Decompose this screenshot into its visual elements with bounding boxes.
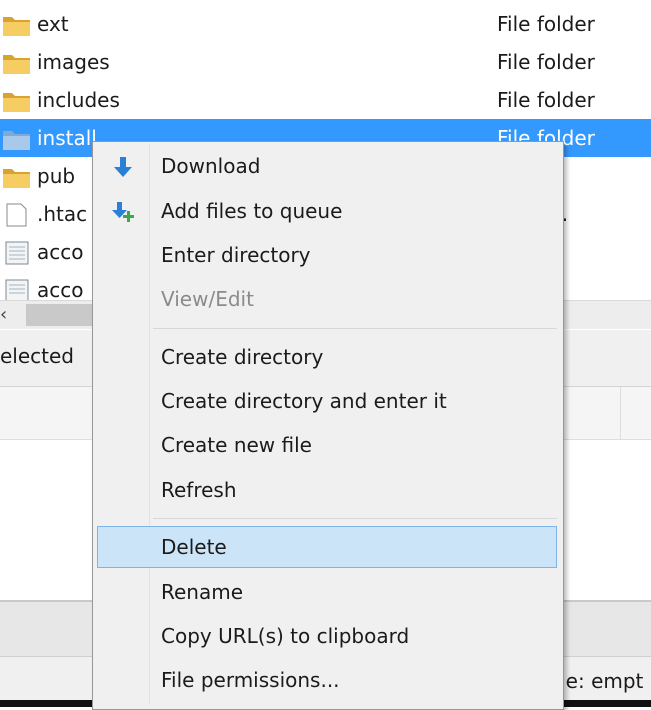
- column-divider: [620, 387, 621, 439]
- menu-item-delete[interactable]: Delete: [97, 526, 557, 568]
- menu-item-label: Create directory: [161, 345, 324, 369]
- menu-item-label: Copy URL(s) to clipboard: [161, 624, 410, 648]
- file-name: install: [37, 126, 97, 150]
- file-icon: [2, 203, 32, 227]
- menu-item-add-files-to-queue[interactable]: Add files to queue: [97, 190, 557, 232]
- menu-separator: [153, 328, 557, 329]
- menu-item-label: Add files to queue: [161, 199, 343, 223]
- menu-item-refresh[interactable]: Refresh: [97, 469, 557, 511]
- menu-item-label: Rename: [161, 580, 244, 604]
- menu-item-download[interactable]: Download: [97, 145, 557, 187]
- text-file-icon: [2, 279, 32, 300]
- queue-status-text: ue: empt: [553, 669, 644, 693]
- file-name: acco: [37, 278, 84, 300]
- file-row-images[interactable]: images File folder: [0, 43, 651, 81]
- menu-item-label: Enter directory: [161, 243, 311, 267]
- file-row-ext[interactable]: ext File folder: [0, 5, 651, 43]
- context-menu: Download Add files to queue Enter direct…: [92, 141, 564, 710]
- menu-item-label: Download: [161, 154, 261, 178]
- menu-item-file-permissions[interactable]: File permissions...: [97, 659, 557, 701]
- folder-icon: [2, 89, 32, 113]
- file-name: ext: [37, 12, 69, 36]
- folder-icon: [2, 165, 32, 189]
- menu-item-create-new-file[interactable]: Create new file: [97, 424, 557, 466]
- menu-item-copy-url[interactable]: Copy URL(s) to clipboard: [97, 615, 557, 657]
- file-name: acco: [37, 240, 84, 264]
- download-arrow-icon: [111, 155, 135, 179]
- file-type: File folder: [497, 88, 595, 112]
- folder-icon: [2, 127, 32, 151]
- menu-item-label: Create new file: [161, 433, 312, 457]
- file-name: .htac: [37, 202, 88, 226]
- menu-item-create-directory[interactable]: Create directory: [97, 336, 557, 378]
- scroll-left-icon[interactable]: ‹: [0, 304, 7, 325]
- menu-item-enter-directory[interactable]: Enter directory: [97, 234, 557, 276]
- menu-item-rename[interactable]: Rename: [97, 571, 557, 613]
- file-type: File folder: [497, 50, 595, 74]
- file-type: File folder: [497, 12, 595, 36]
- folder-icon: [2, 13, 32, 37]
- selection-status-text: elected: [0, 344, 75, 368]
- menu-item-label: Delete: [161, 535, 227, 559]
- menu-item-label: File permissions...: [161, 668, 340, 692]
- menu-item-label: View/Edit: [161, 287, 254, 311]
- file-name: includes: [37, 88, 120, 112]
- menu-separator: [153, 518, 557, 519]
- add-to-queue-icon: [111, 200, 135, 224]
- text-file-icon: [2, 241, 32, 265]
- menu-item-label: Create directory and enter it: [161, 389, 447, 413]
- file-row-includes[interactable]: includes File folder: [0, 81, 651, 119]
- menu-item-create-directory-and-enter[interactable]: Create directory and enter it: [97, 380, 557, 422]
- file-name: images: [37, 50, 110, 74]
- file-name: pub: [37, 164, 76, 188]
- menu-item-view-edit: View/Edit: [97, 278, 557, 320]
- folder-icon: [2, 51, 32, 75]
- menu-item-label: Refresh: [161, 478, 237, 502]
